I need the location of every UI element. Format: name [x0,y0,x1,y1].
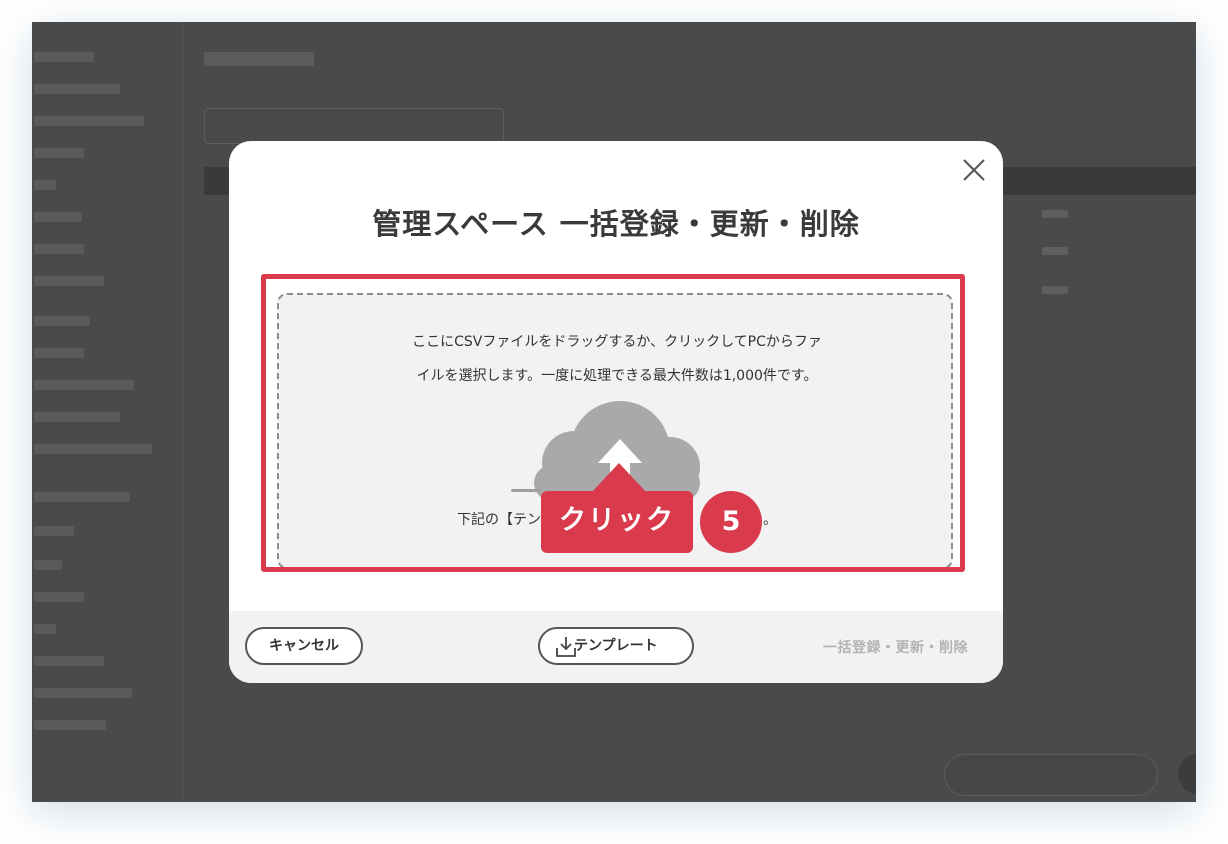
background-page-title [204,52,314,66]
background-sidebar-item [34,656,104,666]
background-sidebar-item [34,560,62,570]
background-sidebar-item [34,492,130,502]
template-download-button[interactable]: テンプレート [538,627,694,665]
background-sidebar-item [34,348,84,358]
modal-footer: キャンセル テンプレート 一括登録・更新・削除 [229,611,1003,683]
background-sidebar-item [34,276,104,286]
background-sidebar-item [34,316,90,326]
background-sidebar-item [34,592,84,602]
background-sidebar-item [34,720,106,730]
background-add-button [944,754,1158,796]
background-round-button [1178,754,1196,794]
background-sidebar-item [34,444,152,454]
close-icon[interactable] [960,156,988,184]
click-callout: クリック [541,491,693,553]
template-button-label: テンプレート [574,638,658,654]
step-number-badge: 5 [700,491,762,553]
background-sidebar-item [34,212,82,222]
callout-pointer [591,463,647,493]
bulk-operation-modal: 管理スペース 一括登録・更新・削除 ここにCSVファイルをドラッグするか、クリッ… [229,141,1003,683]
background-sidebar-item [34,180,56,190]
background-cell [1042,210,1068,218]
background-sidebar-item [34,244,84,254]
background-search-box [204,108,504,144]
background-sidebar-item [34,84,120,94]
background-cell [1042,286,1068,294]
background-sidebar-item [34,116,144,126]
background-sidebar [32,22,183,802]
background-sidebar-item [34,688,132,698]
background-sidebar-item [34,526,74,536]
background-sidebar-item [34,380,134,390]
bulk-submit-button[interactable]: 一括登録・更新・削除 [823,637,968,657]
background-sidebar-item [34,52,94,62]
background-cell [1042,247,1068,255]
background-sidebar-item [34,412,120,422]
background-sidebar-item [34,624,56,634]
background-sidebar-item [34,148,84,158]
download-icon [556,637,576,657]
modal-title: 管理スペース 一括登録・更新・削除 [372,207,860,241]
cancel-button[interactable]: キャンセル [245,627,363,665]
